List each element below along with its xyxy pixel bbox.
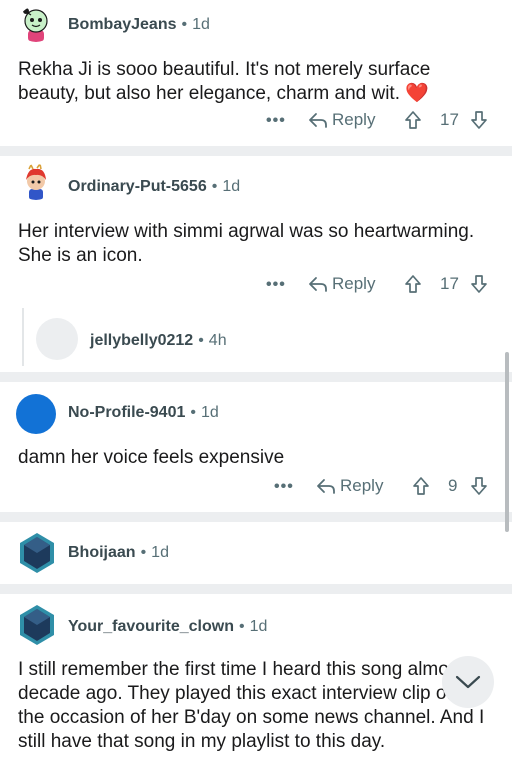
reply-button[interactable]: Reply <box>308 274 375 294</box>
separator-dot: • <box>198 332 204 349</box>
upvote-button[interactable] <box>404 274 422 294</box>
timestamp: 4h <box>208 332 227 349</box>
upvote-button[interactable] <box>404 110 422 130</box>
username[interactable]: Your_favourite_clown <box>68 618 234 635</box>
comment-actions: ••• Reply 9 <box>274 476 496 502</box>
reply-meta: jellybelly0212 • 4h <box>90 332 227 350</box>
avatar[interactable] <box>18 532 56 574</box>
vote-count: 17 <box>440 274 459 293</box>
divider <box>0 512 512 522</box>
vote-count: 9 <box>448 476 458 495</box>
downvote-icon <box>471 275 487 293</box>
comment-meta: Ordinary-Put-5656 • 1d <box>68 178 240 196</box>
jump-next-button[interactable] <box>442 656 494 708</box>
thread-line <box>22 308 24 366</box>
reply-label: Reply <box>332 110 376 129</box>
comment-text: I still remember the first time I heard … <box>18 659 485 752</box>
avatar[interactable] <box>18 164 54 200</box>
comment-text: damn her voice feels expensive <box>18 447 285 468</box>
comment-text: Her interview with simmi agrwal was so h… <box>18 221 475 266</box>
username[interactable]: Bhoijaan <box>68 544 136 561</box>
timestamp: 1d <box>192 16 210 33</box>
separator-dot: • <box>190 404 196 421</box>
avatar[interactable] <box>18 604 56 646</box>
scrollbar-thumb[interactable] <box>505 352 509 532</box>
username[interactable]: Ordinary-Put-5656 <box>68 178 207 195</box>
comment-meta: BombayJeans • 1d <box>68 16 210 34</box>
downvote-icon <box>471 477 487 495</box>
more-options-button[interactable]: ••• <box>266 112 286 130</box>
upvote-icon <box>405 275 421 293</box>
avatar[interactable] <box>18 6 54 42</box>
reply-icon <box>309 277 327 292</box>
upvote-button[interactable] <box>412 476 430 496</box>
upvote-icon <box>413 477 429 495</box>
timestamp: 1d <box>151 544 169 561</box>
comment-text: Rekha Ji is sooo beautiful. It's not mer… <box>18 59 431 104</box>
comment-card: Ordinary-Put-5656 • 1d Her interview with … <box>0 156 512 372</box>
comment-card: BombayJeans • 1d Rekha Ji is sooo beautifu… <box>0 0 512 146</box>
comment-card: Your_favourite_clown • 1d I still remember… <box>0 594 512 782</box>
divider <box>0 584 512 594</box>
upvote-icon <box>405 111 421 129</box>
comment-card-collapsed[interactable]: Bhoijaan • 1d <box>0 522 512 584</box>
separator-dot: • <box>140 544 147 561</box>
divider <box>0 146 512 156</box>
username[interactable]: jellybelly0212 <box>90 332 193 349</box>
timestamp: 1d <box>249 618 268 635</box>
comment-actions: ••• Reply 17 <box>266 110 496 136</box>
more-options-button[interactable]: ••• <box>266 276 286 294</box>
reply-button[interactable]: Reply <box>316 476 383 496</box>
downvote-button[interactable] <box>470 110 488 130</box>
comment-actions: ••• Reply 17 <box>266 274 496 300</box>
reply-icon <box>309 113 327 128</box>
downvote-icon <box>471 111 487 129</box>
reply-label: Reply <box>332 274 376 293</box>
timestamp: 1d <box>222 178 241 195</box>
downvote-button[interactable] <box>470 476 488 496</box>
separator-dot: • <box>181 16 188 33</box>
username[interactable]: No-Profile-9401 <box>68 404 185 421</box>
comment-card: No-Profile-9401 • 1d damn her voice feels … <box>0 382 512 512</box>
avatar[interactable] <box>36 318 78 360</box>
comment-meta: Bhoijaan • 1d <box>68 544 169 562</box>
reply-icon <box>317 479 335 494</box>
separator-dot: • <box>238 618 245 635</box>
comment-meta: No-Profile-9401 • 1d <box>68 404 219 422</box>
chevron-down-icon <box>455 675 481 689</box>
vote-count: 17 <box>440 110 459 129</box>
reply-label: Reply <box>340 476 384 495</box>
timestamp: 1d <box>200 404 219 421</box>
more-options-button[interactable]: ••• <box>274 478 294 496</box>
downvote-button[interactable] <box>470 274 488 294</box>
divider <box>0 372 512 382</box>
separator-dot: • <box>211 178 218 195</box>
username[interactable]: BombayJeans <box>68 16 177 33</box>
comment-meta: Your_favourite_clown • 1d <box>68 618 267 636</box>
avatar[interactable] <box>16 394 56 434</box>
reply-button[interactable]: Reply <box>308 110 375 130</box>
